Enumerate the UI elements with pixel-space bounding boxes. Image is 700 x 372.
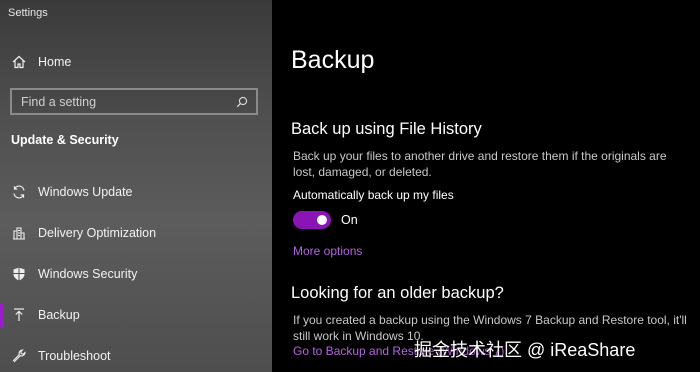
shield-icon <box>10 265 28 283</box>
toggle-state-label: On <box>341 213 358 227</box>
search-icon[interactable] <box>236 96 248 108</box>
search-box[interactable]: Find a setting <box>10 88 258 115</box>
section-title: Update & Security <box>11 133 119 147</box>
more-options-link[interactable]: More options <box>293 244 362 258</box>
sidebar-item-windows-security[interactable]: Windows Security <box>0 256 272 292</box>
file-history-description: Back up your files to another drive and … <box>293 149 667 179</box>
upload-arrow-icon <box>10 306 28 324</box>
sidebar-item-label: Delivery Optimization <box>38 226 157 240</box>
auto-backup-label: Automatically back up my files <box>293 188 454 202</box>
sidebar-item-delivery-optimization[interactable]: Delivery Optimization <box>0 215 272 251</box>
sidebar: Settings Home Find a setting Update & Se… <box>0 0 272 372</box>
nav-home[interactable]: Home <box>0 48 272 76</box>
sidebar-item-label: Backup <box>38 308 80 322</box>
watermark: 掘金技术社区 @ iReaShare <box>414 334 694 364</box>
toggle-knob <box>317 215 327 225</box>
home-icon <box>10 53 28 71</box>
older-backup-heading: Looking for an older backup? <box>291 284 504 302</box>
content-pane: Backup Back up using File History Back u… <box>272 0 700 372</box>
app-title: Settings <box>8 7 48 19</box>
file-history-heading: Back up using File History <box>291 120 482 138</box>
watermark-text: 掘金技术社区 @ iReaShare <box>414 340 636 360</box>
sidebar-item-label: Windows Update <box>38 185 133 199</box>
wrench-icon <box>10 347 28 365</box>
sidebar-item-label: Troubleshoot <box>38 349 111 363</box>
sidebar-item-windows-update[interactable]: Windows Update <box>0 174 272 210</box>
sidebar-item-troubleshoot[interactable]: Troubleshoot <box>0 338 272 372</box>
sidebar-item-backup[interactable]: Backup <box>0 297 272 333</box>
page-title: Backup <box>291 46 375 74</box>
sync-icon <box>10 183 28 201</box>
auto-backup-toggle[interactable] <box>293 211 331 229</box>
nav-home-label: Home <box>38 55 72 69</box>
delivery-optimization-icon <box>10 224 28 242</box>
search-input[interactable]: Find a setting <box>21 95 96 109</box>
sidebar-item-label: Windows Security <box>38 267 138 281</box>
